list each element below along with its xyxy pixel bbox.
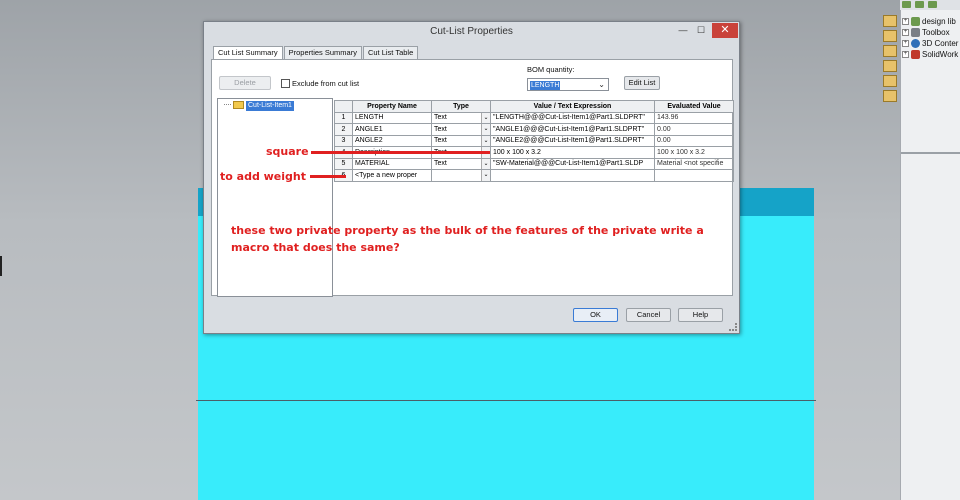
- chevron-down-icon[interactable]: ⌄: [481, 112, 490, 123]
- help-button[interactable]: Help: [678, 308, 723, 322]
- properties-grid: Property Name Type Value / Text Expressi…: [334, 100, 734, 182]
- type-cell[interactable]: Text⌄: [431, 111, 491, 124]
- property-name-cell[interactable]: <Type a new proper: [352, 169, 432, 182]
- dialog-titlebar[interactable]: Cut-List Properties — ☐ ✕: [204, 22, 739, 41]
- exclude-label: Exclude from cut list: [292, 79, 360, 88]
- library-icon: [911, 17, 920, 26]
- row-index: 5: [334, 157, 353, 170]
- evaluated-value-cell[interactable]: 0.00: [654, 123, 734, 136]
- bom-quantity-select[interactable]: LENGTH ⌄: [527, 78, 609, 91]
- cut-list-tree: Cut-List-Item1: [217, 98, 333, 297]
- tree-connector: [224, 104, 231, 105]
- globe-icon: [911, 39, 920, 48]
- grid-header-type[interactable]: Type: [431, 100, 491, 113]
- annotation-note: these two private property as the bulk o…: [231, 224, 704, 254]
- folder-icon: [233, 101, 244, 109]
- type-cell[interactable]: Text⌄: [431, 123, 491, 136]
- home-icon[interactable]: [928, 1, 937, 8]
- viewport-marker: [0, 256, 2, 276]
- value-expression-cell[interactable]: 100 x 100 x 3.2: [490, 146, 655, 159]
- row-index: 2: [334, 123, 353, 136]
- exclude-checkbox[interactable]: [281, 79, 290, 88]
- annotation-arrow-square: [311, 151, 490, 154]
- chevron-down-icon[interactable]: ⌄: [481, 135, 490, 146]
- evaluated-value-cell[interactable]: Material <not specifie: [654, 157, 734, 170]
- type-cell[interactable]: ⌄: [431, 169, 491, 182]
- value-expression-cell[interactable]: "ANGLE1@@@Cut-List-Item1@Part1.SLDPRT": [490, 123, 655, 136]
- bom-quantity-value: LENGTH: [530, 80, 561, 90]
- tab-cut-list-table[interactable]: Cut List Table: [362, 46, 419, 59]
- property-name-cell[interactable]: ANGLE2: [352, 134, 432, 147]
- part-edge-line: [196, 400, 816, 401]
- chevron-down-icon[interactable]: ⌄: [481, 124, 490, 135]
- maximize-button[interactable]: ☐: [694, 24, 708, 36]
- evaluated-value-cell[interactable]: 143.96: [654, 111, 734, 124]
- evaluated-value-cell[interactable]: 0.00: [654, 134, 734, 147]
- tree-row-design-library[interactable]: + design lib: [902, 16, 960, 27]
- design-library-tree: + design lib + Toolbox +3D Conter + SolidWo…: [902, 16, 960, 60]
- bom-quantity-label: BOM quantity:: [527, 65, 575, 74]
- grid-header-value[interactable]: Value / Text Expression: [490, 100, 655, 113]
- task-pane-toolbar: [900, 0, 960, 10]
- evaluated-value-cell[interactable]: [654, 169, 734, 182]
- tab-cut-list-summary[interactable]: Cut List Summary: [213, 46, 283, 60]
- home-tab-icon[interactable]: [883, 15, 897, 27]
- property-name-cell[interactable]: LENGTH: [352, 111, 432, 124]
- tree-row-solidworks-content[interactable]: + SolidWork: [902, 49, 960, 60]
- dialog-tabs: Cut List Summary Properties Summary Cut …: [213, 46, 419, 60]
- back-icon[interactable]: [902, 1, 911, 8]
- row-index: 1: [334, 111, 353, 124]
- edit-list-button[interactable]: Edit List: [624, 76, 660, 90]
- cancel-button[interactable]: Cancel: [626, 308, 671, 322]
- toolbox-icon: [911, 28, 920, 37]
- ok-button[interactable]: OK: [573, 308, 618, 322]
- dialog-title: Cut-List Properties: [430, 26, 513, 37]
- tree-row-toolbox[interactable]: + Toolbox: [902, 27, 960, 38]
- value-expression-cell[interactable]: [490, 169, 655, 182]
- value-expression-cell[interactable]: "ANGLE2@@@Cut-List-Item1@Part1.SLDPRT": [490, 134, 655, 147]
- content-icon: [911, 50, 920, 59]
- task-pane-divider: [901, 152, 960, 154]
- type-cell[interactable]: Text⌄: [431, 157, 491, 170]
- table-row[interactable]: 1 LENGTH Text ⌄ "LENGTH@@@Cut-List-Item1@Par…: [334, 111, 734, 124]
- annotation-add-weight: to add weight: [220, 170, 307, 183]
- minimize-button[interactable]: —: [676, 24, 690, 36]
- annotation-arrow-weight: [310, 175, 346, 178]
- tree-item-cut-list-item1[interactable]: Cut-List-Item1: [246, 101, 294, 111]
- table-row[interactable]: 2 ANGLE1 Text ⌄ "ANGLE1@@@Cut-List-Item1@Par…: [334, 123, 734, 136]
- table-row[interactable]: 6<Type a new proper⌄: [334, 169, 734, 182]
- chevron-down-icon[interactable]: ⌄: [481, 158, 490, 169]
- close-button[interactable]: ✕: [712, 23, 738, 38]
- evaluated-value-cell[interactable]: 100 x 100 x 3.2: [654, 146, 734, 159]
- tree-row-3d-content[interactable]: +3D Conter: [902, 38, 960, 49]
- row-index: 3: [334, 134, 353, 147]
- value-expression-cell[interactable]: "LENGTH@@@Cut-List-Item1@Part1.SLDPRT": [490, 111, 655, 124]
- forward-icon[interactable]: [915, 1, 924, 8]
- chevron-down-icon: ⌄: [598, 80, 605, 89]
- explorer-tab-icon[interactable]: [883, 45, 897, 57]
- property-name-cell[interactable]: ANGLE1: [352, 123, 432, 136]
- value-expression-cell[interactable]: "SW-Material@@@Cut-List-Item1@Part1.SLDP: [490, 157, 655, 170]
- property-name-cell[interactable]: MATERIAL: [352, 157, 432, 170]
- task-pane: [900, 0, 960, 500]
- task-pane-tab-strip: [880, 12, 900, 112]
- grid-header-row: Property Name Type Value / Text Expressi…: [334, 100, 734, 113]
- grid-header-index: [334, 100, 353, 113]
- type-cell[interactable]: Text⌄: [431, 134, 491, 147]
- library-tab-icon[interactable]: [883, 30, 897, 42]
- grid-header-property-name[interactable]: Property Name: [352, 100, 432, 113]
- table-row[interactable]: 5 MATERIAL Text ⌄ "SW-Material@@@Cut-List-It…: [334, 157, 734, 170]
- tab-properties-summary[interactable]: Properties Summary: [283, 46, 362, 59]
- table-row[interactable]: 3 ANGLE2 Text ⌄ "ANGLE2@@@Cut-List-Item1@Par…: [334, 134, 734, 147]
- chevron-down-icon[interactable]: ⌄: [481, 170, 490, 181]
- view-palette-tab-icon[interactable]: [883, 60, 897, 72]
- grid-header-evaluated[interactable]: Evaluated Value: [654, 100, 734, 113]
- custom-props-tab-icon[interactable]: [883, 90, 897, 102]
- delete-button[interactable]: Delete: [219, 76, 271, 90]
- annotation-square: square: [266, 145, 309, 158]
- appearances-tab-icon[interactable]: [883, 75, 897, 87]
- resize-grip[interactable]: [729, 323, 737, 331]
